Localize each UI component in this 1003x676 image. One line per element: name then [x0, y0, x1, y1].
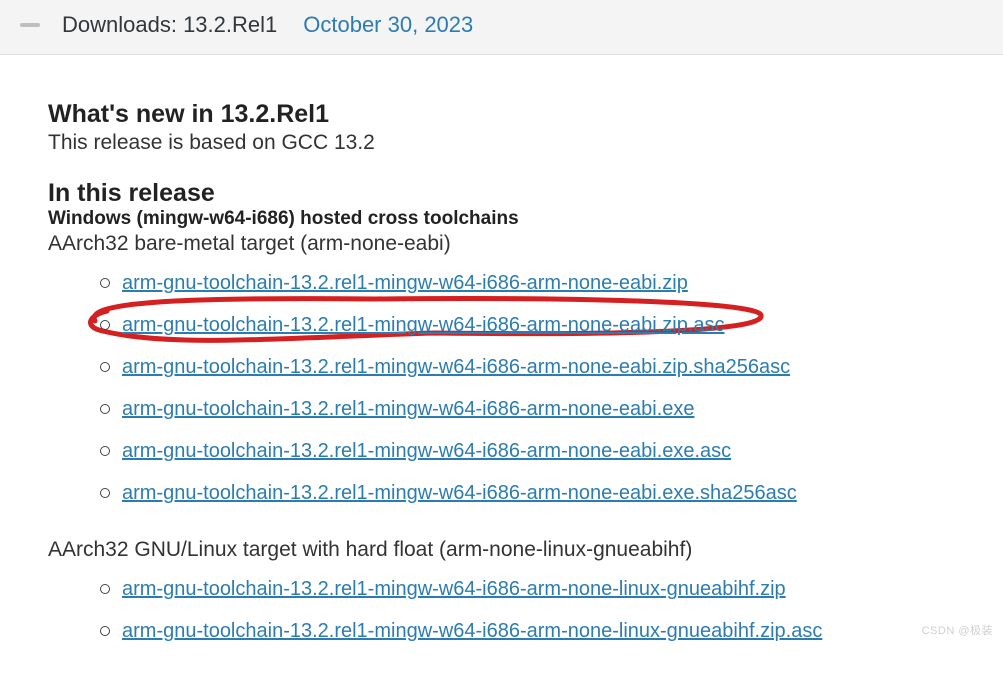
- content: What's new in 13.2.Rel1 This release is …: [0, 55, 1003, 646]
- download-link[interactable]: arm-gnu-toolchain-13.2.rel1-mingw-w64-i6…: [122, 482, 797, 504]
- target-label-2: AArch32 GNU/Linux target with hard float…: [48, 538, 955, 562]
- target-label-1: AArch32 bare-metal target (arm-none-eabi…: [48, 232, 955, 256]
- header-title: Downloads: 13.2.Rel1: [62, 12, 277, 38]
- download-link[interactable]: arm-gnu-toolchain-13.2.rel1-mingw-w64-i6…: [122, 272, 688, 294]
- list-item: arm-gnu-toolchain-13.2.rel1-mingw-w64-i6…: [100, 574, 955, 604]
- header-bar: Downloads: 13.2.Rel1 October 30, 2023: [0, 0, 1003, 55]
- list-item: arm-gnu-toolchain-13.2.rel1-mingw-w64-i6…: [100, 310, 955, 340]
- collapse-icon[interactable]: [20, 23, 40, 27]
- download-links-section1: arm-gnu-toolchain-13.2.rel1-mingw-w64-i6…: [100, 268, 955, 508]
- list-item: arm-gnu-toolchain-13.2.rel1-mingw-w64-i6…: [100, 616, 955, 646]
- download-link[interactable]: arm-gnu-toolchain-13.2.rel1-mingw-w64-i6…: [122, 314, 725, 336]
- download-link[interactable]: arm-gnu-toolchain-13.2.rel1-mingw-w64-i6…: [122, 356, 790, 378]
- whats-new-description: This release is based on GCC 13.2: [48, 131, 955, 155]
- in-this-release-heading: In this release: [48, 179, 955, 208]
- download-link[interactable]: arm-gnu-toolchain-13.2.rel1-mingw-w64-i6…: [122, 578, 786, 600]
- download-links-section2: arm-gnu-toolchain-13.2.rel1-mingw-w64-i6…: [100, 574, 955, 646]
- list-item: arm-gnu-toolchain-13.2.rel1-mingw-w64-i6…: [100, 268, 955, 298]
- list-item: arm-gnu-toolchain-13.2.rel1-mingw-w64-i6…: [100, 436, 955, 466]
- download-link[interactable]: arm-gnu-toolchain-13.2.rel1-mingw-w64-i6…: [122, 440, 731, 462]
- list-item: arm-gnu-toolchain-13.2.rel1-mingw-w64-i6…: [100, 478, 955, 508]
- host-toolchain-label: Windows (mingw-w64-i686) hosted cross to…: [48, 208, 955, 230]
- download-link[interactable]: arm-gnu-toolchain-13.2.rel1-mingw-w64-i6…: [122, 620, 822, 642]
- watermark: CSDN @极装: [922, 622, 993, 638]
- whats-new-heading: What's new in 13.2.Rel1: [48, 100, 955, 129]
- header-date: October 30, 2023: [303, 12, 473, 38]
- download-link[interactable]: arm-gnu-toolchain-13.2.rel1-mingw-w64-i6…: [122, 398, 695, 420]
- list-item: arm-gnu-toolchain-13.2.rel1-mingw-w64-i6…: [100, 352, 955, 382]
- list-item: arm-gnu-toolchain-13.2.rel1-mingw-w64-i6…: [100, 394, 955, 424]
